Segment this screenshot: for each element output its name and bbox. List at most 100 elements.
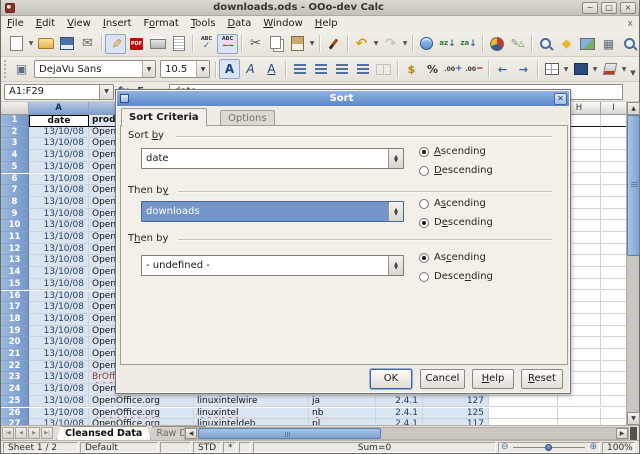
zoom-slider-thumb[interactable] [545, 444, 552, 451]
cell-I11[interactable] [601, 232, 627, 244]
align-center-icon[interactable] [310, 59, 331, 79]
cell-I15[interactable] [601, 279, 627, 291]
then-by-combobox-2[interactable]: - undefined - ▲▼ [141, 255, 404, 276]
radio-circle[interactable] [419, 253, 429, 263]
row-header-5[interactable]: 5 [1, 162, 29, 174]
zoom-out-icon[interactable]: ⊖ [501, 443, 509, 452]
select-all-corner[interactable] [1, 102, 29, 115]
cell-A1[interactable]: date [29, 115, 89, 127]
row-header-24[interactable]: 24 [1, 384, 29, 396]
row-header-8[interactable]: 8 [1, 197, 29, 209]
cell-I12[interactable] [601, 244, 627, 256]
cell-I6[interactable] [601, 174, 627, 186]
undo-dropdown-arrow[interactable]: ▼ [372, 34, 380, 54]
page-preview-icon[interactable] [168, 34, 189, 54]
font-name-combo-dropdown-arrow[interactable]: ▼ [142, 61, 155, 77]
cell-B25[interactable]: OpenOffice.org [89, 396, 194, 408]
cell-I7[interactable] [601, 185, 627, 197]
border-color-icon[interactable] [599, 59, 620, 79]
row-header-19[interactable]: 19 [1, 326, 29, 338]
horizontal-scrollbar-thumb[interactable] [198, 428, 381, 439]
cell-A16[interactable]: 13/10/08 [29, 291, 89, 303]
cell-A25[interactable]: 13/10/08 [29, 396, 89, 408]
menu-help[interactable]: Help [309, 17, 344, 31]
name-box[interactable]: A1:F29 [4, 84, 100, 100]
combobox-spin-icon[interactable]: ▲▼ [388, 202, 403, 221]
new-dropdown-arrow[interactable]: ▼ [27, 34, 35, 54]
cell-A14[interactable]: 13/10/08 [29, 267, 89, 279]
align-justified-icon[interactable] [352, 59, 373, 79]
cell-I2[interactable] [601, 127, 627, 139]
spellcheck-icon[interactable] [196, 34, 217, 54]
then-by-combobox-1[interactable]: downloads ▲▼ [141, 201, 404, 222]
sort-by-combobox[interactable]: date ▲▼ [141, 148, 404, 169]
cell-E26[interactable]: 2.4.1 [376, 408, 423, 420]
row-header-25[interactable]: 25 [1, 396, 29, 408]
align-right-icon[interactable] [331, 59, 352, 79]
row-header-12[interactable]: 12 [1, 244, 29, 256]
redo-dropdown-arrow[interactable]: ▼ [401, 34, 409, 54]
last-sheet-icon[interactable]: ▶| [41, 427, 53, 439]
background-color-icon[interactable] [570, 59, 591, 79]
ok-button[interactable]: OK [370, 369, 412, 389]
reset-button[interactable]: Reset [521, 369, 563, 389]
zoom-in-icon[interactable]: ⊕ [589, 443, 597, 452]
sort-dialog-titlebar[interactable]: Sort ✕ [117, 91, 569, 106]
cell-I16[interactable] [601, 291, 627, 303]
cell-D25[interactable]: ja [309, 396, 376, 408]
merge-cells-icon[interactable] [373, 59, 394, 79]
column-header-I[interactable]: I [601, 102, 627, 115]
font-size-combo[interactable]: 10.5▼ [160, 60, 210, 78]
radio-ascending-1[interactable]: Ascending [419, 146, 486, 157]
cell-I20[interactable] [601, 337, 627, 349]
cell-A26[interactable]: 13/10/08 [29, 408, 89, 420]
cell-C26[interactable]: linuxintel [194, 408, 309, 420]
cell-G25[interactable] [489, 396, 558, 408]
vertical-scrollbar-thumb[interactable] [627, 115, 640, 256]
sort-descending-icon[interactable] [458, 34, 479, 54]
row-header-9[interactable]: 9 [1, 209, 29, 221]
cell-I9[interactable] [601, 209, 627, 221]
cell-A2[interactable]: 13/10/08 [29, 127, 89, 139]
row-header-7[interactable]: 7 [1, 185, 29, 197]
radio-circle[interactable] [419, 218, 429, 228]
add-decimal-icon[interactable] [443, 59, 464, 79]
menu-view[interactable]: View [61, 17, 97, 31]
currency-icon[interactable] [401, 59, 422, 79]
font-name-combo[interactable]: DejaVu Sans▼ [34, 60, 156, 78]
row-header-4[interactable]: 4 [1, 150, 29, 162]
cell-I3[interactable] [601, 138, 627, 150]
cell-I14[interactable] [601, 267, 627, 279]
open-icon[interactable] [35, 34, 56, 54]
data-sources-icon[interactable] [598, 34, 619, 54]
sheet-tab-cleansed-data[interactable]: Cleansed Data [56, 426, 151, 440]
cell-I10[interactable] [601, 220, 627, 232]
document-close-icon[interactable]: x [628, 19, 633, 29]
row-header-16[interactable]: 16 [1, 291, 29, 303]
chart-icon[interactable] [486, 34, 507, 54]
radio-descending-1[interactable]: Descending [419, 165, 493, 176]
format-paintbrush-icon[interactable] [323, 34, 344, 54]
find-replace-icon[interactable] [535, 34, 556, 54]
first-sheet-icon[interactable]: |◀ [2, 427, 14, 439]
row-header-11[interactable]: 11 [1, 232, 29, 244]
cut-icon[interactable] [245, 34, 266, 54]
vertical-scrollbar[interactable]: ▲ ▼ [626, 102, 639, 425]
row-header-23[interactable]: 23 [1, 372, 29, 384]
cell-F26[interactable]: 125 [423, 408, 489, 420]
cell-A13[interactable]: 13/10/08 [29, 255, 89, 267]
column-header-A[interactable]: A [29, 102, 89, 115]
hyperlink-icon[interactable] [416, 34, 437, 54]
cell-A9[interactable]: 13/10/08 [29, 209, 89, 221]
cell-I13[interactable] [601, 255, 627, 267]
combobox-spin-icon[interactable]: ▲▼ [388, 149, 403, 168]
zoom-percent[interactable]: 100% [602, 442, 635, 453]
decrease-indent-icon[interactable] [492, 59, 513, 79]
cell-I26[interactable] [601, 408, 627, 420]
zoom-slider-track[interactable] [513, 447, 586, 448]
new-document-icon[interactable] [6, 34, 27, 54]
cell-B26[interactable]: OpenOffice.org [89, 408, 194, 420]
paste-dropdown-arrow[interactable]: ▼ [308, 34, 316, 54]
row-header-20[interactable]: 20 [1, 337, 29, 349]
menu-file[interactable]: File [1, 17, 30, 31]
